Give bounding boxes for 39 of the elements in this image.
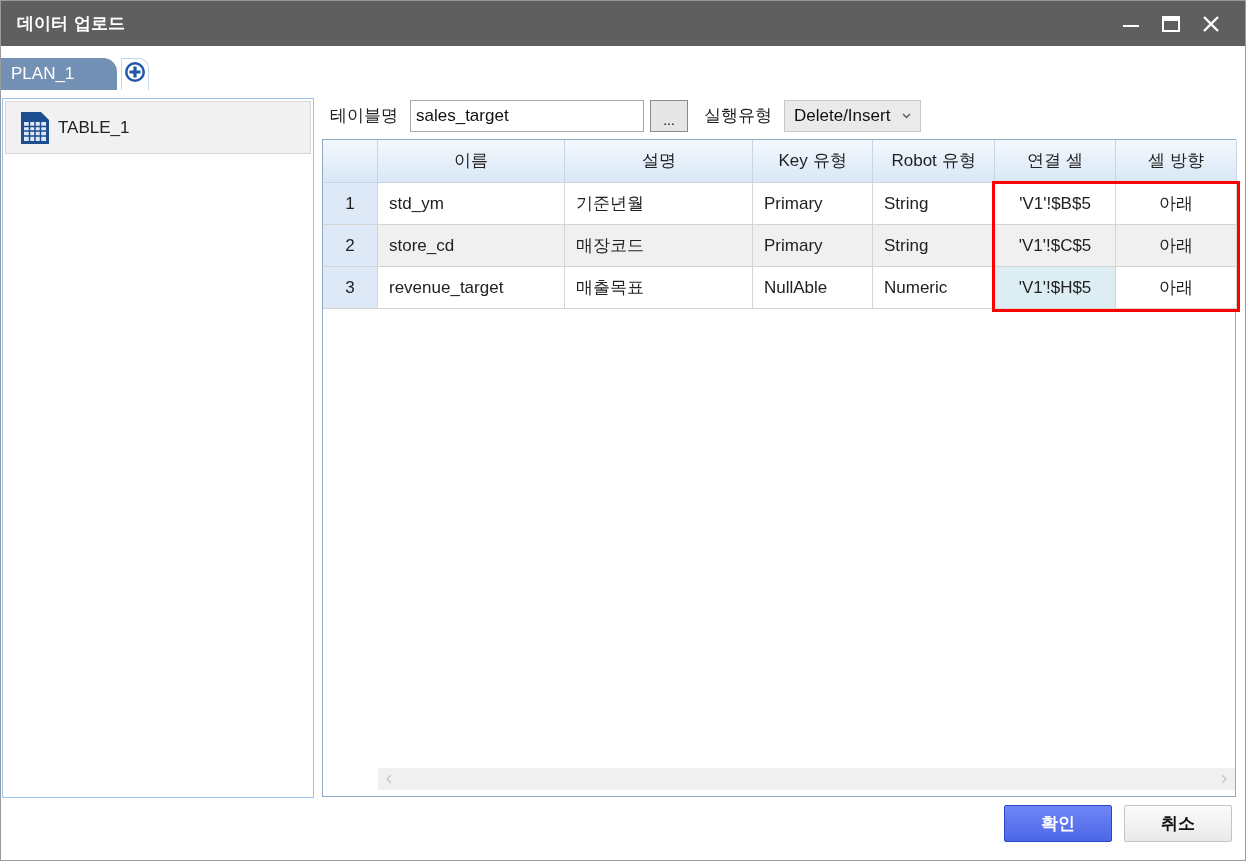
table-cell: 'V1'!$H$5 <box>995 267 1116 309</box>
table-cell: 매장코드 <box>565 225 753 267</box>
row-number: 3 <box>323 267 378 309</box>
close-icon[interactable] <box>1201 13 1221 34</box>
window-title: 데이터 업로드 <box>17 11 126 35</box>
column-header: 설명 <box>565 140 753 183</box>
table-cell: Primary <box>753 225 873 267</box>
table-cell: NullAble <box>753 267 873 309</box>
table-cell: 'V1'!$B$5 <box>995 183 1116 225</box>
table-cell: revenue_target <box>378 267 565 309</box>
table-cell: 매출목표 <box>565 267 753 309</box>
table-cell: 아래 <box>1116 267 1237 309</box>
table-cell: std_ym <box>378 183 565 225</box>
run-type-dropdown[interactable]: Delete/Insert <box>784 100 922 132</box>
row-number: 1 <box>323 183 378 225</box>
table-cell: Primary <box>753 183 873 225</box>
maximize-icon[interactable] <box>1161 13 1181 34</box>
cancel-button[interactable]: 취소 <box>1124 805 1232 842</box>
column-header: Key 유형 <box>753 140 873 183</box>
row-number: 2 <box>323 225 378 267</box>
table-cell: 기준년월 <box>565 183 753 225</box>
caret-icon <box>902 113 912 119</box>
browse-button[interactable]: ... <box>650 100 688 132</box>
confirm-button[interactable]: 확인 <box>1004 805 1112 842</box>
table-cell: 아래 <box>1116 225 1237 267</box>
spreadsheet-icon <box>20 110 50 145</box>
column-header: 이름 <box>378 140 565 183</box>
table-cell: 아래 <box>1116 183 1237 225</box>
table-name-label: 테이블명 <box>330 105 398 128</box>
table-cell: store_cd <box>378 225 565 267</box>
table-cell: String <box>873 225 995 267</box>
sidebar-item[interactable]: TABLE_1 <box>5 101 311 154</box>
add-tab-icon[interactable] <box>124 61 146 83</box>
table-name-field[interactable]: sales_target <box>410 100 644 132</box>
run-type-label: 실행유형 <box>704 105 772 128</box>
column-header: 연결 셀 <box>995 140 1116 183</box>
table-cell: 'V1'!$C$5 <box>995 225 1116 267</box>
column-header: Robot 유형 <box>873 140 995 183</box>
column-header: 셀 방향 <box>1116 140 1237 183</box>
